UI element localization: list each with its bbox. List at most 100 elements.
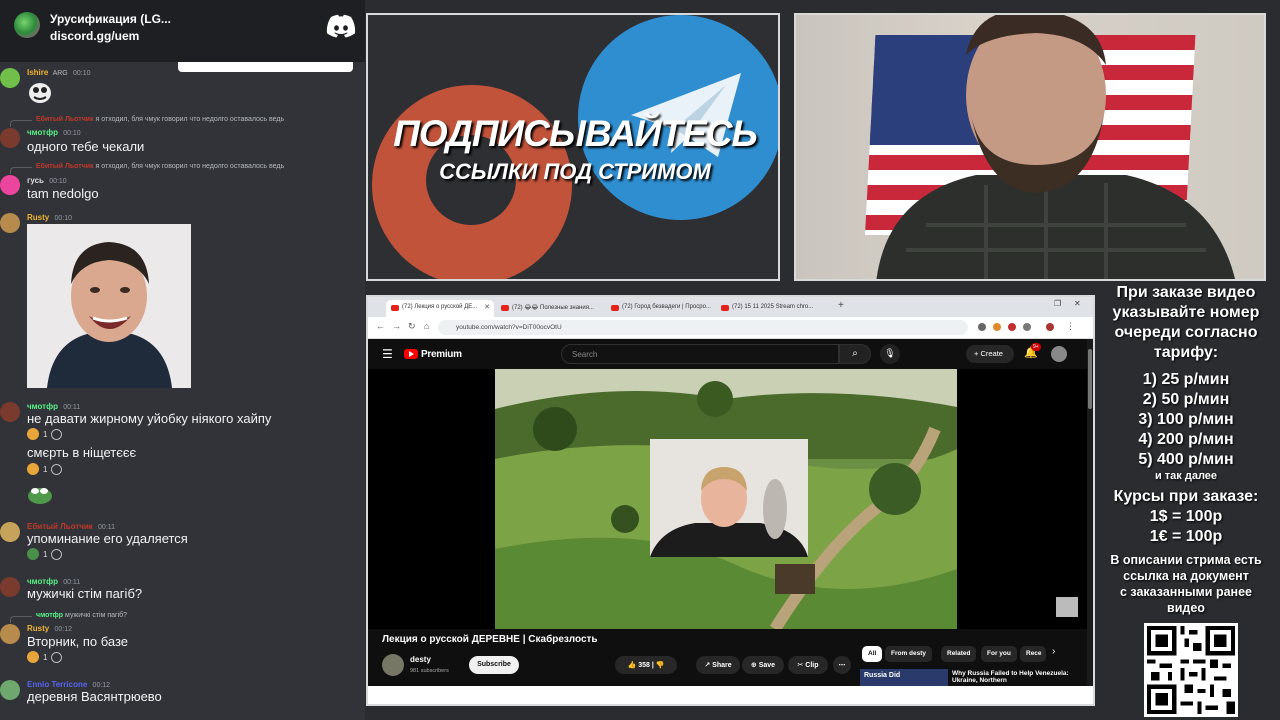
video-player[interactable]	[368, 369, 1088, 629]
miniplayer-thumbnail[interactable]	[1056, 597, 1078, 617]
video-title: Лекция о русской ДЕРЕВНЕ | Скабрезлость	[382, 634, 598, 645]
info-heading-line: тарифу:	[1153, 344, 1219, 361]
extension-icon[interactable]	[993, 323, 1001, 331]
note-line: В описании стрима есть	[1110, 553, 1262, 567]
message-text: одного тебе чекали	[27, 139, 145, 154]
menu-dots-icon[interactable]: ⋮	[1066, 321, 1075, 332]
browser-tab[interactable]: (72) 😂😂 Полезные знания...	[496, 300, 604, 317]
more-actions-icon[interactable]: ⋯	[833, 656, 851, 674]
avatar[interactable]	[1051, 346, 1067, 362]
attached-image[interactable]	[27, 224, 191, 388]
menu-icon[interactable]: ☰	[382, 347, 393, 361]
back-icon[interactable]: ←	[376, 321, 385, 331]
user-badge: ARG	[52, 70, 68, 77]
subscriber-count: 981 subscribers	[410, 668, 449, 674]
notification-badge: 9+	[1031, 343, 1041, 351]
extension-icon[interactable]	[978, 323, 986, 331]
promo-subheadline: ССЫЛКИ ПОД СТРИМОМ	[439, 159, 711, 184]
timestamp: 00:10	[72, 70, 91, 77]
close-tab-icon[interactable]: ✕	[484, 303, 490, 311]
youtube-brand[interactable]: Premium	[421, 349, 462, 360]
reload-icon[interactable]: ↻	[408, 321, 416, 332]
browser-tab[interactable]: (72) Лекция о русской ДЕ... ✕	[386, 300, 494, 317]
username: Ennio Terricone	[27, 680, 88, 689]
browser-tab[interactable]: (72) 15 11 2025 Stream chro...	[716, 300, 824, 317]
username: чмотфр	[27, 402, 58, 411]
stream-layout: Урусификация (LG... discord.gg/uem Ishir…	[0, 0, 1280, 720]
message-text: упоминание его удаляется	[27, 531, 188, 546]
add-reaction-icon[interactable]	[51, 548, 63, 560]
user-avatar	[0, 128, 20, 148]
user-avatar	[0, 175, 20, 195]
microphone-icon[interactable]: 🎙	[880, 344, 900, 364]
home-icon[interactable]: ⌂	[424, 321, 429, 331]
filter-chip[interactable]: For you	[981, 646, 1017, 662]
extension-icon[interactable]	[1023, 323, 1031, 331]
note-line: с заказанными ранее	[1119, 585, 1252, 599]
timestamp: 00:10	[54, 215, 72, 222]
user-avatar	[0, 213, 20, 233]
timestamp: 00:12	[54, 626, 72, 633]
url-input[interactable]: youtube.com/watch?v=DiT00ocvOtU	[438, 320, 968, 335]
timestamp: 00:11	[63, 404, 81, 411]
tariff-line: 4) 200 р/мин	[1138, 431, 1234, 448]
search-icon[interactable]: ⌕	[839, 344, 871, 364]
browser-tab[interactable]: (72) Город безвадеги | Просро...	[606, 300, 714, 317]
reaction[interactable]: 1	[27, 462, 63, 476]
subscribe-button[interactable]: Subscribe	[469, 656, 519, 674]
add-reaction-icon[interactable]	[51, 651, 63, 663]
filter-chip[interactable]: All	[862, 646, 883, 662]
chevron-right-icon[interactable]: ›	[1052, 646, 1055, 657]
add-reaction-icon[interactable]	[51, 428, 63, 440]
user-avatar	[0, 577, 20, 597]
youtube-page: ☰ Premium Search ⌕ 🎙 + Create 🔔 9+ Лекци…	[368, 339, 1088, 686]
emoji-icon	[27, 651, 39, 663]
filter-chip[interactable]: Rece	[1020, 646, 1046, 662]
filter-chip[interactable]: From desty	[885, 646, 933, 662]
emoji-icon	[27, 463, 39, 475]
recommended-thumbnail[interactable]: Russia Did	[860, 669, 948, 686]
tariff-line: 1) 25 р/мин	[1142, 371, 1230, 388]
recommended-title[interactable]: Why Russia Failed to Help Venezuela: Ukr…	[952, 670, 1072, 684]
message-text: Вторник, по базе	[27, 634, 129, 649]
youtube-logo-icon[interactable]	[404, 349, 418, 359]
youtube-favicon-icon	[611, 305, 619, 311]
save-button[interactable]: ⊕ Save	[742, 656, 784, 674]
close-window-icon[interactable]: ✕	[1074, 299, 1081, 308]
clip-button[interactable]: ✂ Clip	[788, 656, 828, 674]
note-line: ссылка на документ	[1123, 569, 1249, 583]
rate-line: 1€ = 100р	[1149, 528, 1223, 545]
scrollbar[interactable]	[1087, 339, 1093, 686]
info-heading-line: При заказе видео	[1116, 284, 1256, 301]
new-tab-button[interactable]: +	[838, 300, 844, 311]
emoji-icon	[27, 548, 39, 560]
reaction[interactable]: 1	[27, 650, 63, 664]
user-avatar	[0, 402, 20, 422]
maximize-icon[interactable]: ❐	[1054, 299, 1061, 308]
server-icon	[14, 12, 40, 38]
username: Rusty	[27, 213, 50, 222]
reaction[interactable]: 1	[27, 427, 63, 441]
username: чмотфр	[27, 128, 58, 137]
forward-icon[interactable]: →	[392, 321, 401, 331]
create-button[interactable]: + Create	[966, 345, 1014, 363]
message-text: не давати жирному уйобку ніякого хайпу	[27, 411, 272, 426]
channel-avatar[interactable]	[382, 654, 404, 676]
channel-name[interactable]: desty	[410, 655, 431, 664]
rates-title: Курсы при заказе:	[1113, 488, 1259, 505]
order-info-text: При заказе видео указывайте номер очеред…	[1100, 283, 1272, 616]
share-button[interactable]: ↗ Share	[696, 656, 740, 674]
profile-icon[interactable]	[1046, 323, 1054, 331]
invite-link[interactable]: discord.gg/uem	[50, 29, 139, 43]
filter-chip[interactable]: Related	[941, 646, 977, 662]
discord-chat-panel: Урусификация (LG... discord.gg/uem Ishir…	[0, 0, 365, 720]
rate-line: 1$ = 100р	[1149, 508, 1223, 525]
username: Ебитый Льотчик	[27, 522, 93, 531]
youtube-favicon-icon	[391, 305, 399, 311]
extension-icon[interactable]	[1008, 323, 1016, 331]
search-input[interactable]: Search	[561, 344, 839, 364]
like-button[interactable]: 👍 358 | 👎	[615, 656, 677, 674]
add-reaction-icon[interactable]	[51, 463, 63, 475]
reaction[interactable]: 1	[27, 547, 63, 561]
server-name: Урусификация (LG...	[50, 12, 171, 26]
